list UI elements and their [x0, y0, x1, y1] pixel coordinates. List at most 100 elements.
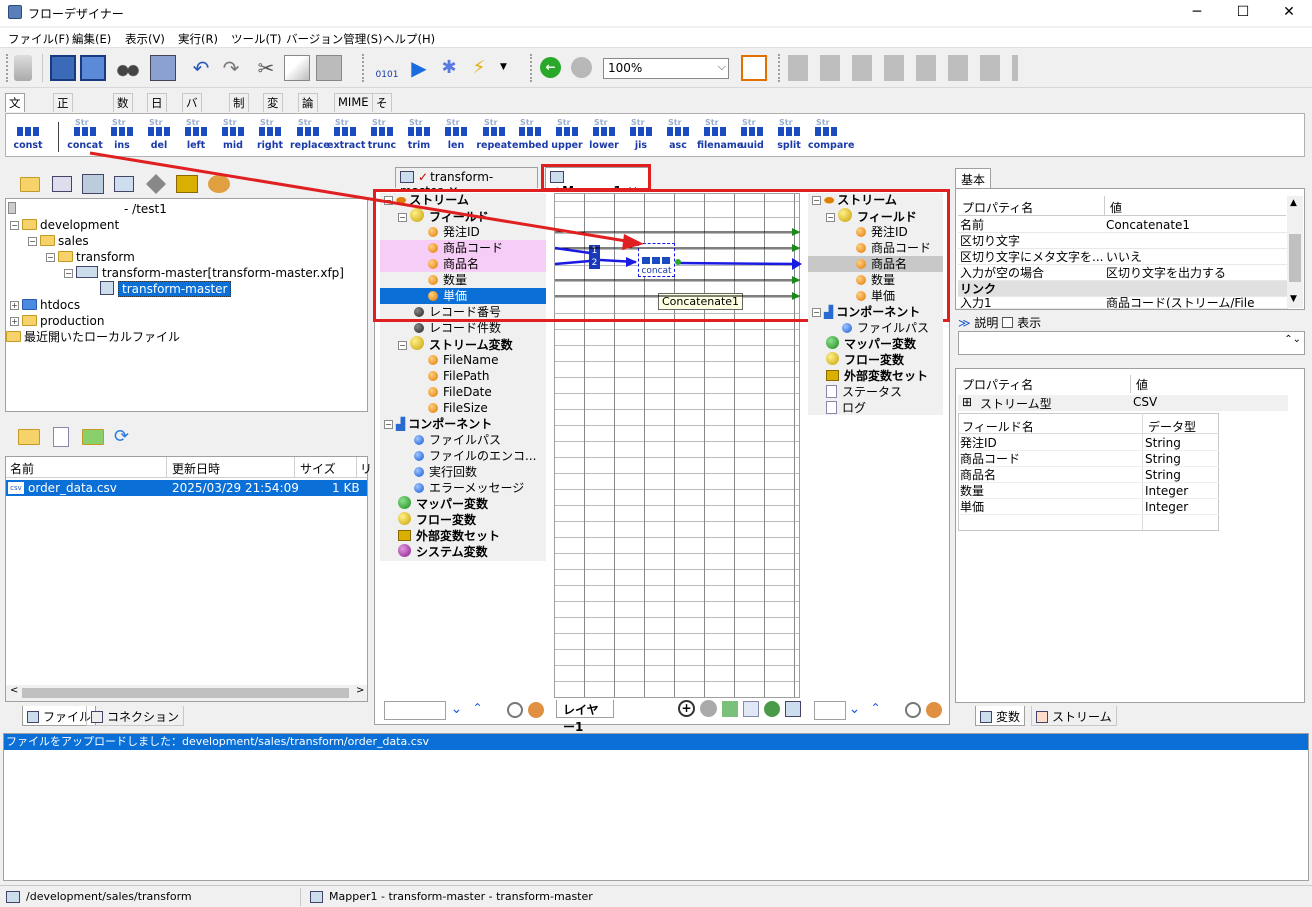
- fn-upper[interactable]: Str upper: [549, 116, 585, 156]
- show-checkbox[interactable]: [1002, 317, 1014, 328]
- copy-icon[interactable]: [284, 55, 310, 81]
- tree-flow-selected[interactable]: transform-master: [100, 281, 232, 297]
- tab-stream[interactable]: ストリーム: [1031, 706, 1117, 726]
- menu-file[interactable]: ファイル(F): [8, 31, 70, 47]
- binoculars-icon[interactable]: [115, 55, 141, 81]
- tree-production[interactable]: + production: [10, 313, 104, 329]
- expand-icon[interactable]: −: [826, 213, 835, 222]
- prop-value[interactable]: 区切り文字を出力する: [1106, 265, 1286, 281]
- dropdown-arrow-icon[interactable]: ▼: [500, 62, 507, 72]
- sync-icon[interactable]: [926, 702, 942, 718]
- mr-component[interactable]: − ▟ コンポーネント: [812, 304, 920, 320]
- fn-const[interactable]: const: [10, 116, 46, 156]
- mr-field-item[interactable]: 単価: [856, 288, 895, 304]
- fn-right[interactable]: Str right: [252, 116, 288, 156]
- tab-date[interactable]: 日付: [147, 93, 167, 126]
- refresh-icon[interactable]: ⟳: [114, 427, 136, 447]
- tree-transform[interactable]: − transform: [46, 249, 135, 265]
- cut-icon[interactable]: ✂: [253, 55, 279, 81]
- undo-icon[interactable]: ↶: [188, 55, 214, 81]
- fn-repeat[interactable]: Str repeat: [476, 116, 512, 156]
- edit-icon[interactable]: [722, 701, 738, 717]
- tree-development[interactable]: − development: [10, 217, 119, 233]
- col-name[interactable]: 名前: [10, 460, 34, 477]
- fn-lower[interactable]: Str lower: [586, 116, 622, 156]
- ml-flow-var[interactable]: フロー変数: [398, 512, 476, 528]
- tab-logic[interactable]: 論理: [298, 93, 318, 126]
- fn-concat[interactable]: Str concat: [67, 116, 103, 156]
- sync-icon[interactable]: [528, 702, 544, 718]
- ml-ext-var[interactable]: 外部変数セット: [398, 528, 500, 544]
- tab-binary[interactable]: バイナリ: [182, 93, 202, 158]
- fn-embed[interactable]: Str embed: [512, 116, 548, 156]
- fit-icon[interactable]: [741, 55, 767, 81]
- field-row[interactable]: 数量 Integer: [958, 483, 1219, 499]
- save-icon[interactable]: [50, 55, 76, 81]
- flow-icon[interactable]: [82, 174, 104, 194]
- scroll-thumb[interactable]: [22, 688, 349, 698]
- ml-svar[interactable]: FileName: [428, 352, 498, 368]
- menu-run[interactable]: 実行(R): [178, 31, 218, 47]
- settings-icon[interactable]: [905, 702, 921, 718]
- prop-row[interactable]: 区切り文字: [958, 233, 1288, 249]
- maximize-button[interactable]: ☐: [1220, 0, 1266, 26]
- expand-icon[interactable]: ⊞: [962, 395, 972, 409]
- mr-flow-var[interactable]: フロー変数: [826, 352, 904, 368]
- ml-svar[interactable]: FileSize: [428, 400, 488, 416]
- mr-file-path[interactable]: ファイルパス: [842, 320, 929, 336]
- tree-recent[interactable]: 最近開いたローカルファイル: [6, 329, 180, 345]
- horizontal-scrollbar[interactable]: < >: [6, 685, 367, 701]
- tab-layer1[interactable]: レイヤー1: [556, 700, 614, 734]
- fn-split[interactable]: Str split: [771, 116, 807, 156]
- fn-compare[interactable]: Str compare: [808, 116, 854, 156]
- expand-icon[interactable]: −: [384, 420, 393, 429]
- col-size[interactable]: サイズ: [300, 460, 336, 477]
- tree-htdocs[interactable]: + htdocs: [10, 297, 80, 313]
- add-layer-icon[interactable]: +: [678, 700, 695, 717]
- file-row[interactable]: csv order_data.csv 2025/03/29 21:54:09 1…: [6, 480, 367, 496]
- prop-row[interactable]: 入力1 商品コード(ストリーム/File: [958, 297, 1288, 309]
- tab-number[interactable]: 数値: [113, 93, 133, 126]
- prop-value[interactable]: いいえ: [1106, 249, 1286, 265]
- ml-svar[interactable]: FilePath: [428, 368, 489, 384]
- expand-icon[interactable]: −: [812, 308, 821, 317]
- menu-edit[interactable]: 編集(E): [72, 31, 111, 47]
- mapper-icon[interactable]: [114, 176, 134, 192]
- mr-status[interactable]: ステータス: [826, 384, 902, 400]
- open-folder-icon[interactable]: [18, 429, 40, 445]
- left-search-input[interactable]: [384, 701, 446, 720]
- menu-view[interactable]: 表示(V): [125, 31, 165, 47]
- fn-uuid[interactable]: Str uuid: [734, 116, 770, 156]
- empty-row[interactable]: [958, 515, 1219, 531]
- open-folder-icon[interactable]: [20, 177, 40, 192]
- ext-icon[interactable]: [176, 175, 198, 193]
- field-row[interactable]: 単価 Integer: [958, 499, 1219, 515]
- debug-icon[interactable]: ✱: [436, 55, 462, 81]
- field-row[interactable]: 商品名 String: [958, 467, 1219, 483]
- tree-root[interactable]: - /test1: [8, 201, 167, 217]
- menu-help[interactable]: ヘルプ(H): [383, 31, 435, 47]
- mr-field-item[interactable]: 数量: [856, 272, 895, 288]
- expand-icon[interactable]: −: [398, 341, 407, 350]
- spin-icon[interactable]: ⌃⌄: [1284, 334, 1301, 345]
- col-date[interactable]: 更新日時: [172, 460, 220, 477]
- tab-string[interactable]: 文字列: [5, 93, 25, 142]
- stream-type-value[interactable]: CSV: [1133, 395, 1157, 409]
- tab-connection[interactable]: コネクション: [86, 706, 185, 726]
- ml-comp[interactable]: 実行回数: [414, 464, 477, 480]
- scroll-up-icon[interactable]: ▲: [1290, 198, 1297, 208]
- mr-field-item[interactable]: 商品名: [856, 256, 907, 272]
- expand-icon[interactable]: −: [46, 253, 55, 262]
- scroll-thumb[interactable]: [1289, 234, 1301, 282]
- expand-icon[interactable]: +: [10, 317, 19, 326]
- tab-regex[interactable]: 正規表現: [53, 93, 73, 158]
- run-icon[interactable]: ▶: [406, 55, 432, 81]
- prop-row[interactable]: 区切り文字にメタ文字を... いいえ: [958, 249, 1288, 265]
- description-field[interactable]: ⌃⌄: [958, 331, 1305, 355]
- stream-type-row[interactable]: ⊞ ストリーム型 CSV: [958, 395, 1288, 411]
- tree-xfp[interactable]: − transform-master[transform-master.xfp]: [64, 265, 344, 281]
- mr-field-item[interactable]: 発注ID: [856, 224, 908, 240]
- search-down-icon[interactable]: ⌄: [846, 701, 863, 718]
- redo-icon[interactable]: ↷: [218, 55, 244, 81]
- comment-icon[interactable]: [743, 701, 759, 717]
